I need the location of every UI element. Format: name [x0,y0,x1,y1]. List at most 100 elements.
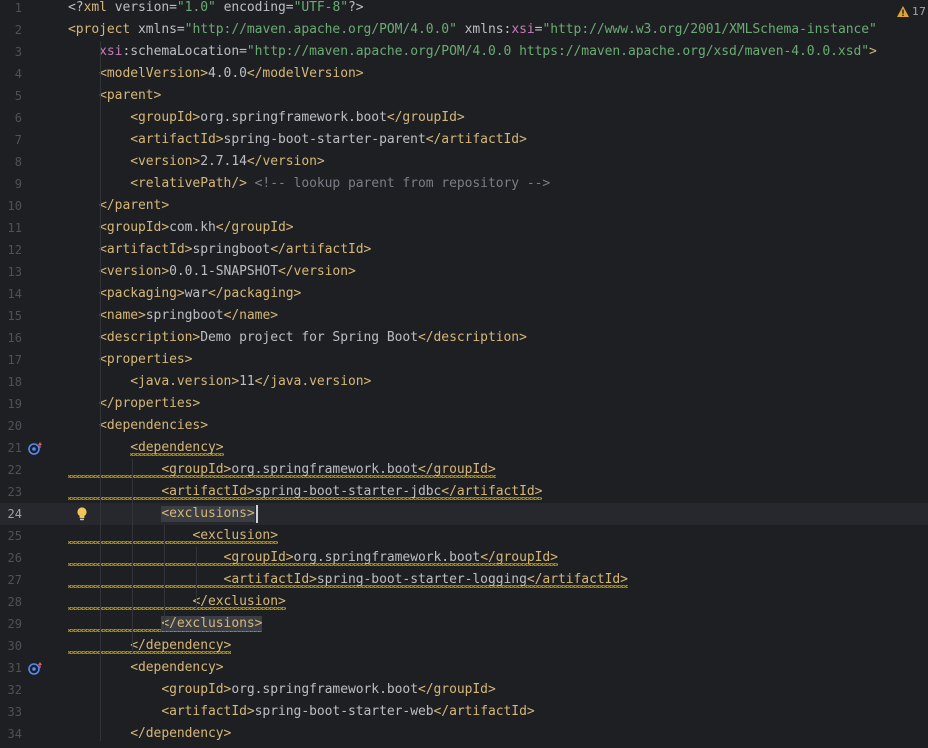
indent-guide [132,459,133,653]
line-number: 31 [7,661,22,675]
code-line[interactable]: 18 <java.version>11</java.version> [0,371,928,393]
code-editor[interactable]: 1 <?xml version="1.0" encoding="UTF-8"?> 2… [0,0,928,748]
line-number: 18 [7,375,22,389]
line-number: 15 [7,309,22,323]
line-number: 23 [7,485,22,499]
code-line[interactable]: 21 <dependency> [0,437,928,459]
code-line[interactable]: 26 <groupId>org.springframework.boot</gr… [0,547,928,569]
line-number: 17 [7,353,22,367]
override-icon[interactable] [27,661,45,675]
line-number: 7 [14,133,22,147]
code-line[interactable]: 25 <exclusion> [0,525,928,547]
line-number: 12 [7,243,22,257]
code-line[interactable]: 13 <version>0.0.1-SNAPSHOT</version> [0,261,928,283]
warning-triangle-icon [897,5,909,17]
code-line[interactable]: 23 <artifactId>spring-boot-starter-jdbc<… [0,481,928,503]
code-text[interactable]: <relativePath/> <!-- lookup parent from … [68,173,550,195]
code-text[interactable]: <version>2.7.14</version> [68,151,325,173]
code-line[interactable]: 4 <modelVersion>4.0.0</modelVersion> [0,63,928,85]
line-number: 11 [7,221,22,235]
line-number: 13 [7,265,22,279]
line-number: 3 [14,45,22,59]
code-line[interactable]: 29 </exclusions> [0,613,928,635]
code-line[interactable]: 15 <name>springboot</name> [0,305,928,327]
line-number: 20 [7,419,22,433]
code-line[interactable]: 1 <?xml version="1.0" encoding="UTF-8"?> [0,0,928,19]
code-text[interactable]: <modelVersion>4.0.0</modelVersion> [68,63,363,85]
code-text[interactable]: <dependency> [68,437,224,459]
code-text[interactable]: <groupId>com.kh</groupId> [68,217,294,239]
code-line[interactable]: 32 <groupId>org.springframework.boot</gr… [0,679,928,701]
code-line[interactable]: 28 </exclusion> [0,591,928,613]
code-text[interactable]: xsi:schemaLocation="http://maven.apache.… [68,41,877,63]
code-line[interactable]: 17 <properties> [0,349,928,371]
code-text[interactable]: </parent> [68,195,169,217]
indent-guide [100,41,101,741]
code-text[interactable]: <artifactId>springboot</artifactId> [68,239,371,261]
code-line[interactable]: 14 <packaging>war</packaging> [0,283,928,305]
line-number: 24 [7,507,22,521]
code-text[interactable]: <version>0.0.1-SNAPSHOT</version> [68,261,356,283]
code-text[interactable]: <groupId>org.springframework.boot</group… [68,547,558,569]
code-text[interactable]: </properties> [68,393,200,415]
code-line[interactable]: 5 <parent> [0,85,928,107]
code-line[interactable]: 34 </dependency> [0,723,928,745]
code-line[interactable]: 12 <artifactId>springboot</artifactId> [0,239,928,261]
code-text[interactable]: <groupId>org.springframework.boot</group… [68,107,464,129]
code-line[interactable]: 10 </parent> [0,195,928,217]
code-line[interactable]: 6 <groupId>org.springframework.boot</gro… [0,107,928,129]
code-text[interactable]: <dependency> [68,657,223,679]
code-line[interactable]: 8 <version>2.7.14</version> [0,151,928,173]
line-number: 22 [7,463,22,477]
line-number: 19 [7,397,22,411]
code-line[interactable]: 33 <artifactId>spring-boot-starter-web</… [0,701,928,723]
code-line[interactable]: 19 </properties> [0,393,928,415]
line-number: 28 [7,595,22,609]
code-text[interactable]: <groupId>org.springframework.boot</group… [68,679,495,701]
code-line[interactable]: 9 <relativePath/> <!-- lookup parent fro… [0,173,928,195]
code-text[interactable]: <packaging>war</packaging> [68,283,301,305]
code-text[interactable]: </dependency> [68,635,231,657]
code-text[interactable]: <exclusions> [68,503,255,525]
line-number: 1 [14,1,22,15]
line-number: 25 [7,529,22,543]
line-number: 34 [7,727,22,741]
code-text[interactable]: <artifactId>spring-boot-starter-parent</… [68,129,527,151]
code-line[interactable]: 24 <exclusions> [0,503,928,525]
line-number: 10 [7,199,22,213]
indent-guide [164,525,165,631]
code-text[interactable]: <?xml version="1.0" encoding="UTF-8"?> [68,0,364,19]
code-line[interactable]: 22 <groupId>org.springframework.boot</gr… [0,459,928,481]
line-number: 27 [7,573,22,587]
text-caret [255,505,258,523]
code-line[interactable]: 31 <dependency> [0,657,928,679]
indent-guide [196,547,197,609]
code-text[interactable]: <parent> [68,85,161,107]
line-number: 2 [14,23,22,37]
code-line[interactable]: 27 <artifactId>spring-boot-starter-loggi… [0,569,928,591]
line-number: 9 [14,177,22,191]
line-number: 6 [14,111,22,125]
code-line[interactable]: 7 <artifactId>spring-boot-starter-parent… [0,129,928,151]
code-text[interactable]: <properties> [68,349,192,371]
code-text[interactable]: <artifactId>spring-boot-starter-jdbc</ar… [68,481,542,503]
line-number: 16 [7,331,22,345]
code-text[interactable]: <java.version>11</java.version> [68,371,371,393]
code-line[interactable]: 3 xsi:schemaLocation="http://maven.apach… [0,41,928,63]
code-text[interactable]: <dependencies> [68,415,208,437]
inspection-widget[interactable]: 17 [896,0,928,22]
code-text[interactable]: </exclusions> [68,613,262,635]
code-line[interactable]: 30 </dependency> [0,635,928,657]
code-text[interactable]: <project xmlns="http://maven.apache.org/… [68,19,877,41]
code-line[interactable]: 16 <description>Demo project for Spring … [0,327,928,349]
code-line[interactable]: 20 <dependencies> [0,415,928,437]
code-text[interactable]: <artifactId>spring-boot-starter-logging<… [68,569,628,591]
code-line[interactable]: 11 <groupId>com.kh</groupId> [0,217,928,239]
line-number: 8 [14,155,22,169]
code-text[interactable]: <description>Demo project for Spring Boo… [68,327,527,349]
override-icon[interactable] [27,441,45,455]
code-line[interactable]: 2 <project xmlns="http://maven.apache.org… [0,19,928,41]
code-text[interactable]: </dependency> [68,723,231,745]
code-text[interactable]: <artifactId>spring-boot-starter-web</art… [68,701,534,723]
line-number: 33 [7,705,22,719]
